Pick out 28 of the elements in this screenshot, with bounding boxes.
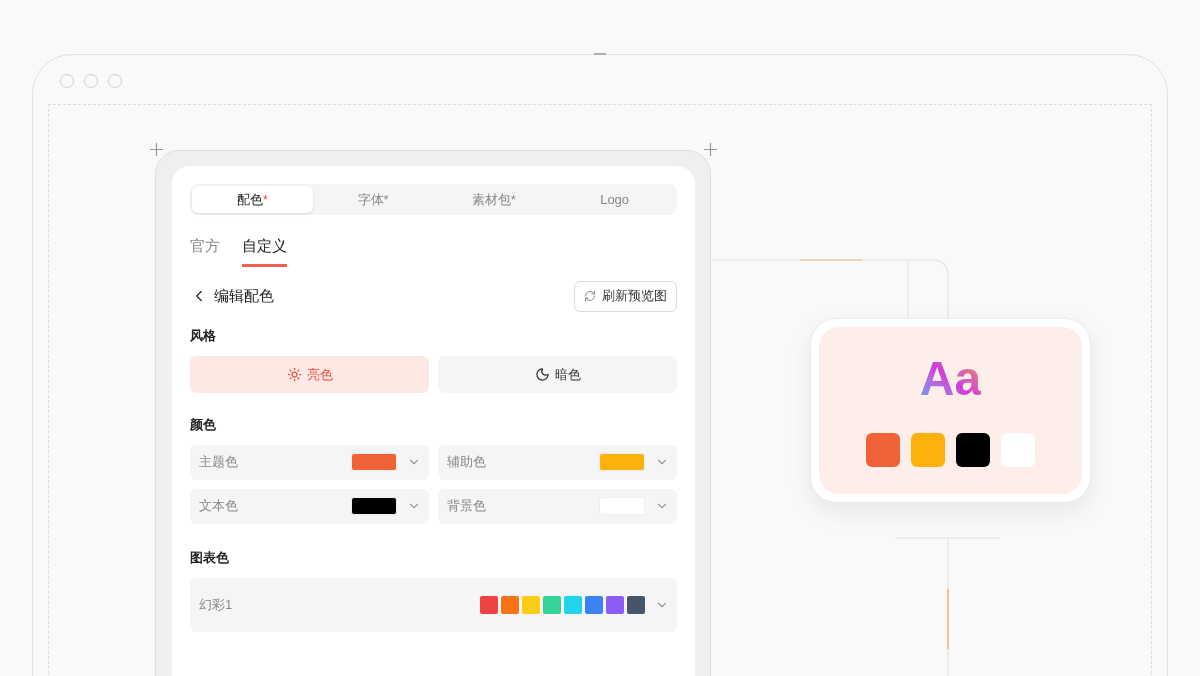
- style-option[interactable]: 亮色: [190, 356, 429, 393]
- color-label: 辅助色: [447, 453, 487, 472]
- section-title: 图表色: [190, 548, 230, 567]
- tab[interactable]: 素材包*: [433, 186, 555, 213]
- page-title: 编辑配色: [214, 285, 274, 306]
- color-select[interactable]: 背景色: [438, 488, 677, 524]
- palette-select[interactable]: 幻彩1: [190, 578, 677, 632]
- tab[interactable]: 字体*: [312, 186, 434, 213]
- refresh-preview-button[interactable]: 刷新预览图: [574, 280, 677, 312]
- tab[interactable]: 配色*: [192, 186, 313, 213]
- subtab[interactable]: 自定义: [242, 235, 287, 267]
- tab[interactable]: Logo: [554, 186, 675, 213]
- color-label: 背景色: [447, 497, 487, 516]
- color-select[interactable]: 主题色: [190, 444, 429, 480]
- color-select[interactable]: 辅助色: [438, 444, 677, 480]
- color-label: 文本色: [199, 497, 239, 516]
- palette-label: 幻彩1: [199, 596, 234, 615]
- sun-icon: [286, 367, 302, 382]
- style-option[interactable]: 暗色: [438, 356, 677, 393]
- section-title: 颜色: [190, 416, 217, 434]
- plus-marker: [150, 143, 163, 156]
- moon-icon: [534, 367, 550, 382]
- color-select[interactable]: 文本色: [190, 488, 429, 524]
- refresh-icon: [584, 290, 596, 302]
- plus-marker: [704, 143, 717, 156]
- section-title: 风格: [190, 326, 217, 345]
- subtab[interactable]: 官方: [190, 235, 220, 267]
- color-label: 主题色: [199, 453, 239, 472]
